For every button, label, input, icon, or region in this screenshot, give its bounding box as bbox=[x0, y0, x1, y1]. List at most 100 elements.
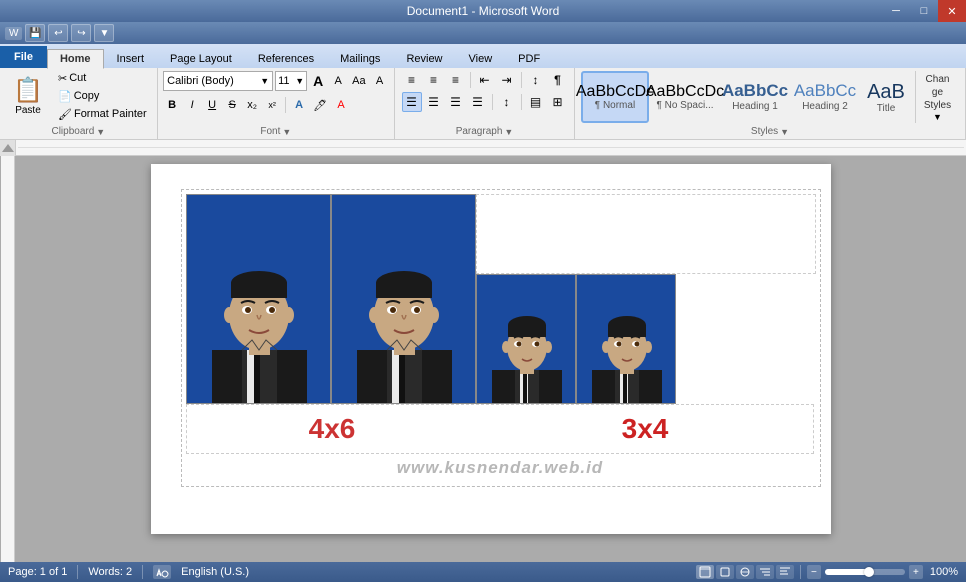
tab-references[interactable]: References bbox=[245, 48, 327, 68]
ribbon-content: 📋 Paste ✂Cut 📄Copy 🖌Format Painter Clipb… bbox=[0, 68, 966, 140]
change-case-button[interactable]: Aa bbox=[349, 72, 368, 90]
print-layout-button[interactable] bbox=[696, 565, 714, 579]
increase-indent-button[interactable]: ⇥ bbox=[497, 70, 517, 90]
tab-file[interactable]: File bbox=[0, 46, 47, 68]
minimize-button[interactable]: ─ bbox=[882, 0, 910, 22]
sort-button[interactable]: ↕ bbox=[526, 70, 546, 90]
status-right: − + 100% bbox=[696, 565, 958, 579]
web-layout-button[interactable] bbox=[736, 565, 754, 579]
clipboard-group: 📋 Paste ✂Cut 📄Copy 🖌Format Painter Clipb… bbox=[0, 68, 158, 139]
labels-row: 4x6 3x4 bbox=[186, 404, 814, 454]
close-button[interactable]: ✕ bbox=[938, 0, 966, 22]
cut-button[interactable]: ✂Cut bbox=[54, 70, 151, 87]
text-highlight-button[interactable]: 🖊 bbox=[310, 96, 330, 114]
quick-access-toolbar: W 💾 ↩ ↪ ▼ bbox=[0, 22, 966, 44]
tab-mailings[interactable]: Mailings bbox=[327, 48, 393, 68]
tab-view[interactable]: View bbox=[456, 48, 506, 68]
zoom-percent: 100% bbox=[930, 566, 958, 578]
paragraph-label: Paragraph ▼ bbox=[456, 126, 514, 137]
document-area[interactable]: 4x6 3x4 www.kusnendar.web.id bbox=[16, 156, 966, 562]
strikethrough-button[interactable]: S bbox=[223, 96, 241, 114]
font-group: Calibri (Body) ▼ 11 ▼ A A Aa A B I U S x… bbox=[158, 68, 395, 139]
shading-button[interactable]: ▤ bbox=[526, 92, 546, 112]
redo-quick-button[interactable]: ↪ bbox=[71, 24, 91, 42]
photo-right-empty bbox=[676, 274, 816, 404]
zoom-out-button[interactable]: − bbox=[807, 565, 821, 579]
clipboard-label: Clipboard ▼ bbox=[51, 126, 105, 137]
ruler-horizontal bbox=[16, 140, 966, 155]
numbering-button[interactable]: ≡ bbox=[424, 70, 444, 90]
line-spacing-button[interactable]: ↕ bbox=[497, 92, 517, 112]
grow-font-button[interactable]: A bbox=[309, 72, 327, 90]
photo-4x6-2 bbox=[331, 194, 476, 404]
statusbar: Page: 1 of 1 Words: 2 English (U.S.) bbox=[0, 562, 966, 582]
undo-quick-button[interactable]: ↩ bbox=[48, 24, 68, 42]
underline-button[interactable]: U bbox=[203, 96, 221, 114]
customize-quick-button[interactable]: ▼ bbox=[94, 24, 114, 42]
photo-4x6-1 bbox=[186, 194, 331, 404]
subscript-button[interactable]: x₂ bbox=[243, 96, 261, 114]
style-normal[interactable]: AaBbCcDc ¶ Normal bbox=[581, 71, 649, 123]
titlebar-controls: ─ □ ✕ bbox=[882, 0, 966, 22]
tab-review[interactable]: Review bbox=[393, 48, 455, 68]
align-center-button[interactable]: ☰ bbox=[424, 92, 444, 112]
ruler bbox=[0, 140, 966, 156]
borders-button[interactable]: ⊞ bbox=[548, 92, 568, 112]
font-name-selector[interactable]: Calibri (Body) ▼ bbox=[163, 71, 273, 91]
view-buttons bbox=[696, 565, 794, 579]
paragraph-group: ≡ ≡ ≡ ⇤ ⇥ ↕ ¶ ☰ ☰ ☰ ☰ ↕ ▤ ⊞ bbox=[395, 68, 575, 139]
change-styles-button[interactable]: ChangeStyles ▼ bbox=[915, 71, 959, 123]
titlebar: Document1 - Microsoft Word ─ □ ✕ bbox=[0, 0, 966, 22]
justify-button[interactable]: ☰ bbox=[468, 92, 488, 112]
superscript-button[interactable]: x² bbox=[263, 96, 281, 114]
style-heading2[interactable]: AaBbCc Heading 2 bbox=[791, 71, 859, 123]
format-painter-button[interactable]: 🖌Format Painter bbox=[54, 106, 151, 123]
tab-pdf[interactable]: PDF bbox=[505, 48, 553, 68]
maximize-button[interactable]: □ bbox=[910, 0, 938, 22]
photo-container: 4x6 3x4 www.kusnendar.web.id bbox=[181, 189, 821, 487]
draft-view-button[interactable] bbox=[776, 565, 794, 579]
bullets-button[interactable]: ≡ bbox=[402, 70, 422, 90]
document-page: 4x6 3x4 www.kusnendar.web.id bbox=[151, 164, 831, 534]
paste-button[interactable]: 📋 Paste bbox=[6, 70, 50, 122]
bold-button[interactable]: B bbox=[163, 96, 181, 114]
full-screen-button[interactable] bbox=[716, 565, 734, 579]
font-size-selector[interactable]: 11 ▼ bbox=[275, 71, 307, 91]
status-words: Words: 2 bbox=[88, 566, 132, 578]
font-label: Font ▼ bbox=[260, 126, 291, 137]
align-left-button[interactable]: ☰ bbox=[402, 92, 422, 112]
photo-3x4-row bbox=[476, 274, 816, 404]
outline-view-button[interactable] bbox=[756, 565, 774, 579]
align-right-button[interactable]: ☰ bbox=[446, 92, 466, 112]
copy-button[interactable]: 📄Copy bbox=[54, 88, 151, 105]
zoom-controls: − + 100% bbox=[807, 565, 958, 579]
shrink-font-button[interactable]: A bbox=[329, 72, 347, 90]
tab-home[interactable]: Home bbox=[47, 49, 104, 69]
decrease-indent-button[interactable]: ⇤ bbox=[475, 70, 495, 90]
style-title[interactable]: AaB Title bbox=[861, 71, 911, 123]
clear-formatting-button[interactable]: A bbox=[371, 72, 389, 90]
ribbon-tabs: File Home Insert Page Layout References … bbox=[0, 44, 966, 68]
spell-check-icon[interactable] bbox=[153, 565, 171, 579]
zoom-slider[interactable] bbox=[825, 569, 905, 575]
tab-page-layout[interactable]: Page Layout bbox=[157, 48, 245, 68]
styles-group: AaBbCcDc ¶ Normal AaBbCcDc ¶ No Spaci...… bbox=[575, 68, 966, 139]
ruler-corner[interactable] bbox=[0, 140, 16, 156]
styles-label: Styles ▼ bbox=[751, 126, 789, 137]
style-no-spacing[interactable]: AaBbCcDc ¶ No Spaci... bbox=[651, 71, 719, 123]
show-hide-button[interactable]: ¶ bbox=[548, 70, 568, 90]
text-effects-button[interactable]: A bbox=[290, 96, 308, 114]
save-quick-button[interactable]: 💾 bbox=[25, 24, 45, 42]
label-3x4: 3x4 bbox=[477, 413, 813, 445]
style-heading1[interactable]: AaBbCc Heading 1 bbox=[721, 71, 789, 123]
photo-right-section bbox=[476, 194, 816, 404]
tab-insert[interactable]: Insert bbox=[104, 48, 158, 68]
word-icon: W bbox=[5, 27, 22, 40]
zoom-in-button[interactable]: + bbox=[909, 565, 923, 579]
photo-3x4-1 bbox=[476, 274, 576, 404]
multilevel-button[interactable]: ≡ bbox=[446, 70, 466, 90]
main-area: 4x6 3x4 www.kusnendar.web.id bbox=[0, 156, 966, 562]
status-divider-2 bbox=[142, 565, 143, 579]
font-color-button[interactable]: A bbox=[332, 96, 350, 114]
italic-button[interactable]: I bbox=[183, 96, 201, 114]
